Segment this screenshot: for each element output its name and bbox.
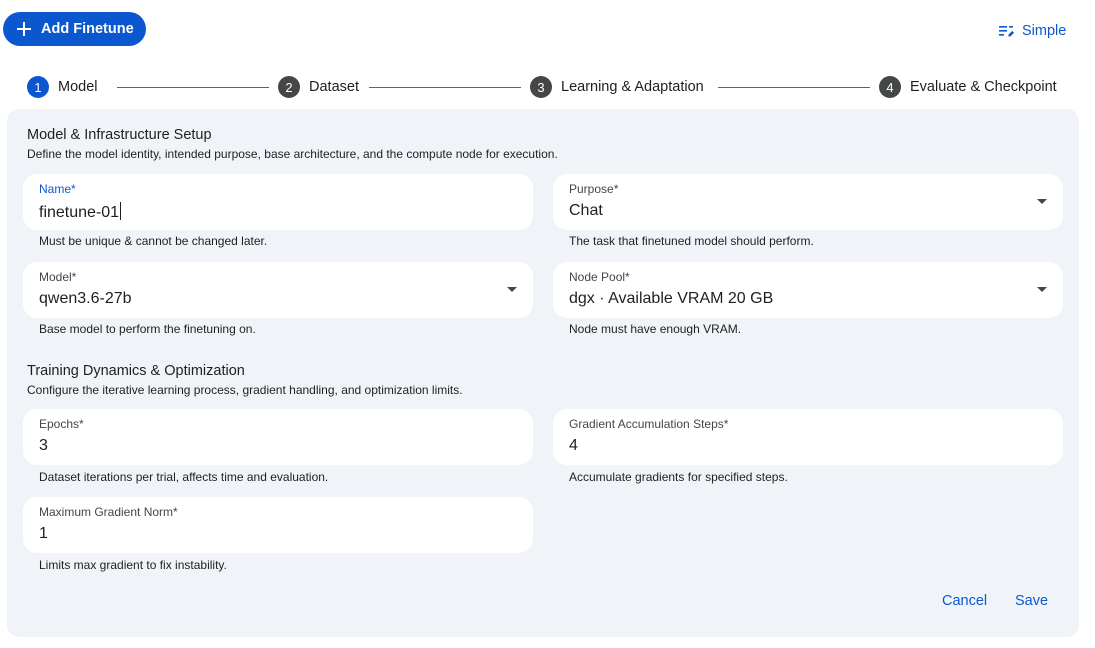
step-dataset[interactable]: 2 Dataset	[278, 76, 359, 98]
simple-label: Simple	[1022, 23, 1067, 39]
caret-down-icon	[1037, 199, 1047, 204]
step-evaluate[interactable]: 4 Evaluate & Checkpoint	[879, 76, 1057, 98]
node-pool-label: Node Pool*	[569, 270, 630, 284]
step-label: Evaluate & Checkpoint	[910, 79, 1057, 95]
name-helper: Must be unique & cannot be changed later…	[39, 234, 268, 248]
purpose-value: Chat	[569, 202, 603, 219]
max-grad-norm-helper: Limits max gradient to fix instability.	[39, 558, 227, 572]
model-label: Model*	[39, 270, 77, 284]
save-button[interactable]: Save	[1015, 593, 1048, 609]
step-number: 3	[530, 76, 552, 98]
model-select[interactable]: Model* qwen3.6-27b	[23, 262, 533, 318]
step-label: Dataset	[309, 79, 359, 95]
step-number: 4	[879, 76, 901, 98]
list-edit-icon	[999, 26, 1014, 37]
step-label: Learning & Adaptation	[561, 79, 704, 95]
epochs-label: Epochs*	[39, 417, 84, 431]
purpose-select[interactable]: Purpose* Chat	[553, 174, 1063, 230]
max-grad-norm-input[interactable]: 1	[39, 525, 479, 543]
name-label: Name*	[39, 182, 76, 196]
caret-down-icon	[507, 287, 517, 292]
step-label: Model	[58, 79, 98, 95]
node-pool-value: dgx · Available VRAM 20 GB	[569, 290, 774, 307]
max-grad-norm-label: Maximum Gradient Norm*	[39, 505, 178, 519]
step-model[interactable]: 1 Model	[27, 76, 98, 98]
add-finetune-button[interactable]: Add Finetune	[3, 12, 146, 46]
purpose-label: Purpose*	[569, 182, 619, 196]
section-title-model: Model & Infrastructure Setup	[27, 127, 212, 143]
grad-accum-input[interactable]: 4	[569, 437, 1009, 455]
step-number: 2	[278, 76, 300, 98]
stepper: 1 Model 2 Dataset 3 Learning & Adaptatio…	[27, 76, 1067, 98]
form-panel: Model & Infrastructure Setup Define the …	[7, 109, 1079, 637]
step-learning[interactable]: 3 Learning & Adaptation	[530, 76, 704, 98]
node-pool-helper: Node must have enough VRAM.	[569, 322, 742, 336]
step-connector	[117, 87, 269, 88]
purpose-helper: The task that finetuned model should per…	[569, 234, 814, 248]
epochs-input[interactable]: 3	[39, 437, 479, 455]
grad-accum-field[interactable]: Gradient Accumulation Steps* 4	[553, 409, 1063, 465]
step-connector	[369, 87, 521, 88]
node-pool-select[interactable]: Node Pool* dgx · Available VRAM 20 GB	[553, 262, 1063, 318]
epochs-field[interactable]: Epochs* 3	[23, 409, 533, 465]
name-field[interactable]: Name* finetune-01	[23, 174, 533, 230]
max-grad-norm-field[interactable]: Maximum Gradient Norm* 1	[23, 497, 533, 553]
section-desc-model: Define the model identity, intended purp…	[27, 147, 558, 161]
step-number: 1	[27, 76, 49, 98]
grad-accum-helper: Accumulate gradients for specified steps…	[569, 470, 788, 484]
epochs-helper: Dataset iterations per trial, affects ti…	[39, 470, 329, 484]
plus-icon	[17, 22, 31, 36]
model-helper: Base model to perform the finetuning on.	[39, 322, 256, 336]
step-connector	[718, 87, 870, 88]
text-caret	[120, 202, 122, 220]
cancel-button[interactable]: Cancel	[942, 593, 987, 609]
name-input[interactable]: finetune-01	[39, 202, 479, 222]
section-desc-training: Configure the iterative learning process…	[27, 383, 463, 397]
caret-down-icon	[1037, 287, 1047, 292]
model-value: qwen3.6-27b	[39, 290, 132, 307]
add-finetune-label: Add Finetune	[41, 21, 134, 37]
simple-mode-button[interactable]: Simple	[999, 21, 1066, 41]
section-title-training: Training Dynamics & Optimization	[27, 363, 245, 379]
grad-accum-label: Gradient Accumulation Steps*	[569, 417, 729, 431]
